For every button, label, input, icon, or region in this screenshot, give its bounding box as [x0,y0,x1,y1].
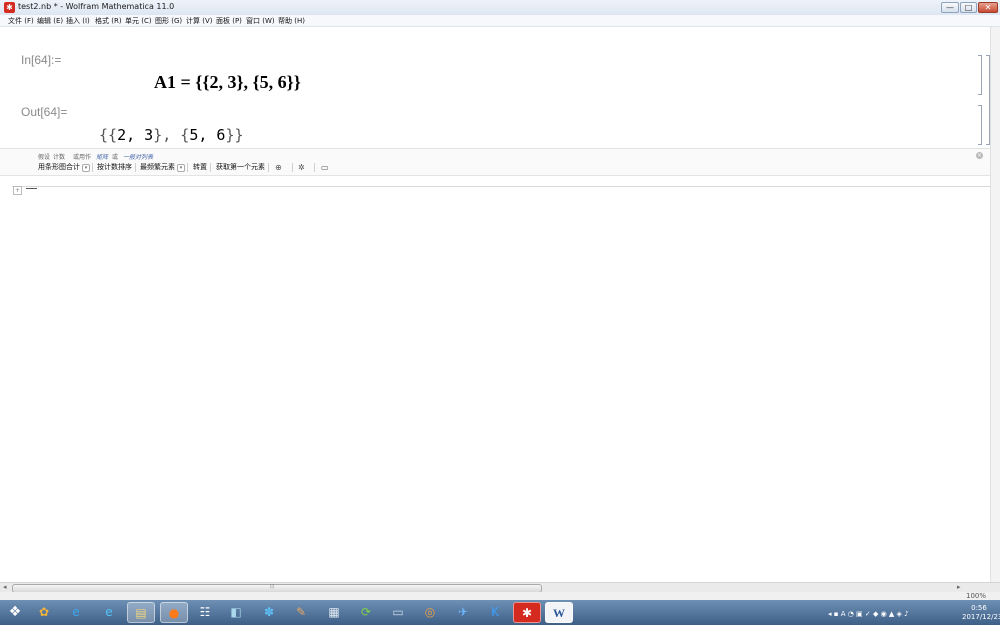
output-close-braces: }} [225,126,244,144]
output-element-3: 3 [144,126,154,144]
taskbar-app-1-icon[interactable]: ✿ [30,602,58,623]
suggest-sort-by-count-button[interactable]: 按计数排序 [97,162,132,173]
menu-graphics[interactable]: 图形 (G) [155,16,182,26]
output-separator: , [126,126,145,144]
assumption-count-link[interactable]: 计数 [53,152,65,161]
output-expression[interactable]: {{2, 3}, {5, 6}} [99,126,244,144]
mathematica-app-icon[interactable]: ✱ [4,2,15,13]
assumption-list-link[interactable]: 一般对列表 [123,152,153,161]
taskbar-app-7-icon[interactable]: ◧ [222,602,250,623]
taskbar-app-13-icon[interactable]: ◎ [416,602,444,623]
divider [292,163,293,172]
cursor-marker [26,188,37,189]
taskbar-app-11-icon[interactable]: ⟳ [352,602,380,623]
output-element-5: 5 [189,126,199,144]
menu-help[interactable]: 帮助 (H) [278,16,305,26]
assumption-label: 假设 [38,154,51,161]
window-title: test2.nb * - Wolfram Mathematica 11.0 [18,2,175,11]
assumption-or-label: 或 [112,154,119,161]
output-open-braces: {{ [99,126,118,144]
taskbar-app-12-icon[interactable]: ▭ [384,602,412,623]
taskbar-app-5-icon[interactable]: ● [160,602,188,623]
notebook-background[interactable] [0,27,1000,582]
suggest-most-common-button[interactable]: 最频繁元素 [140,162,175,173]
menu-insert[interactable]: 插入 (I) [66,16,90,26]
status-bar: 100% [0,592,1000,600]
menu-format[interactable]: 格式 (R) [95,16,122,26]
divider [210,163,211,172]
start-button[interactable]: ❖ [2,602,28,623]
assumption-matrix-link[interactable]: 矩阵 [96,152,108,161]
taskbar-app-16-icon[interactable]: ✱ [513,602,541,623]
menu-file[interactable]: 文件 (F) [8,16,34,26]
suggest-transpose-button[interactable]: 转置 [193,162,207,173]
title-bar: ✱ test2.nb * - Wolfram Mathematica 11.0 … [0,0,1000,16]
suggest-first-element-button[interactable]: 获取第一个元素 [216,162,265,173]
output-cell-bracket[interactable] [978,105,982,145]
feedback-icon[interactable]: ▭ [321,163,329,172]
taskbar-app-15-icon[interactable]: K [481,602,509,623]
chevron-down-icon[interactable]: ▾ [177,164,185,172]
output-cell-label: Out[64]= [21,105,68,119]
taskbar-app-17-icon[interactable]: W [545,602,573,623]
menu-palettes[interactable]: 面板 (P) [216,16,242,26]
input-cell-bracket[interactable] [978,55,982,95]
close-suggestions-icon[interactable]: × [976,152,983,159]
menu-cell[interactable]: 单元 (C) [125,16,152,26]
clock-date: 2017/12/23 [962,613,1000,621]
zoom-indicator[interactable]: 100% [966,592,986,600]
scrollbar-grip: ⦙⦙⦙ [270,583,275,590]
input-cell-label: In[64]:= [21,53,62,67]
output-middle-braces: }, { [153,126,190,144]
taskbar-app-8-icon[interactable]: ✽ [255,602,283,623]
taskbar-clock[interactable]: 0:56 2017/12/23 [962,604,1000,622]
menu-edit[interactable]: 编辑 (E) [37,16,63,26]
output-element-2: 2 [117,126,127,144]
close-button[interactable]: ✕ [978,2,998,13]
taskbar-app-14-icon[interactable]: ✈ [449,602,477,623]
divider [92,163,93,172]
taskbar-app-3-icon[interactable]: e [95,602,123,623]
scroll-right-icon[interactable]: ▸ [957,583,961,591]
maximize-button[interactable]: □ [960,2,977,13]
clock-time: 0:56 [971,604,987,612]
gear-icon[interactable]: ✲ [298,163,305,172]
suggestions-bar: 假设 计数 或用作 矩阵 或 一般对列表 × 用条形图合计 ▾ 按计数排序 最频… [0,148,990,176]
taskbar-app-6-icon[interactable]: ☷ [191,602,219,623]
chevron-down-icon[interactable]: ▾ [82,164,90,172]
taskbar-app-10-icon[interactable]: ▦ [320,602,348,623]
taskbar-app-2-icon[interactable]: e [62,602,90,623]
vertical-scrollbar[interactable] [990,27,1000,582]
suggest-bar-chart-total-button[interactable]: 用条形图合计 [38,162,80,173]
divider [187,163,188,172]
taskbar-app-4-icon[interactable]: ▤ [127,602,155,623]
minimize-button[interactable]: — [941,2,959,13]
divider [314,163,315,172]
input-expression[interactable]: A1 = {{2, 3}, {5, 6}} [154,72,301,93]
cell-insertion-line[interactable] [12,186,990,187]
menu-evaluation[interactable]: 计算 (V) [186,16,212,26]
menu-bar: 文件 (F) 编辑 (E) 插入 (I) 格式 (R) 单元 (C) 图形 (G… [0,15,1000,27]
divider [268,163,269,172]
system-tray[interactable]: ◂ ▪ A ◔ ▣ ✓ ◆ ◉ ▲ ◈ ♪ [828,610,909,618]
taskbar-app-9-icon[interactable]: ✎ [287,602,315,623]
output-separator: , [198,126,217,144]
plus-icon[interactable]: + [13,186,22,195]
scroll-left-icon[interactable]: ◂ [3,583,7,591]
assumption-kind-label: 或用作 [73,154,92,161]
divider [135,163,136,172]
search-icon[interactable]: ⊕ [275,163,282,172]
menu-window[interactable]: 窗口 (W) [246,16,275,26]
